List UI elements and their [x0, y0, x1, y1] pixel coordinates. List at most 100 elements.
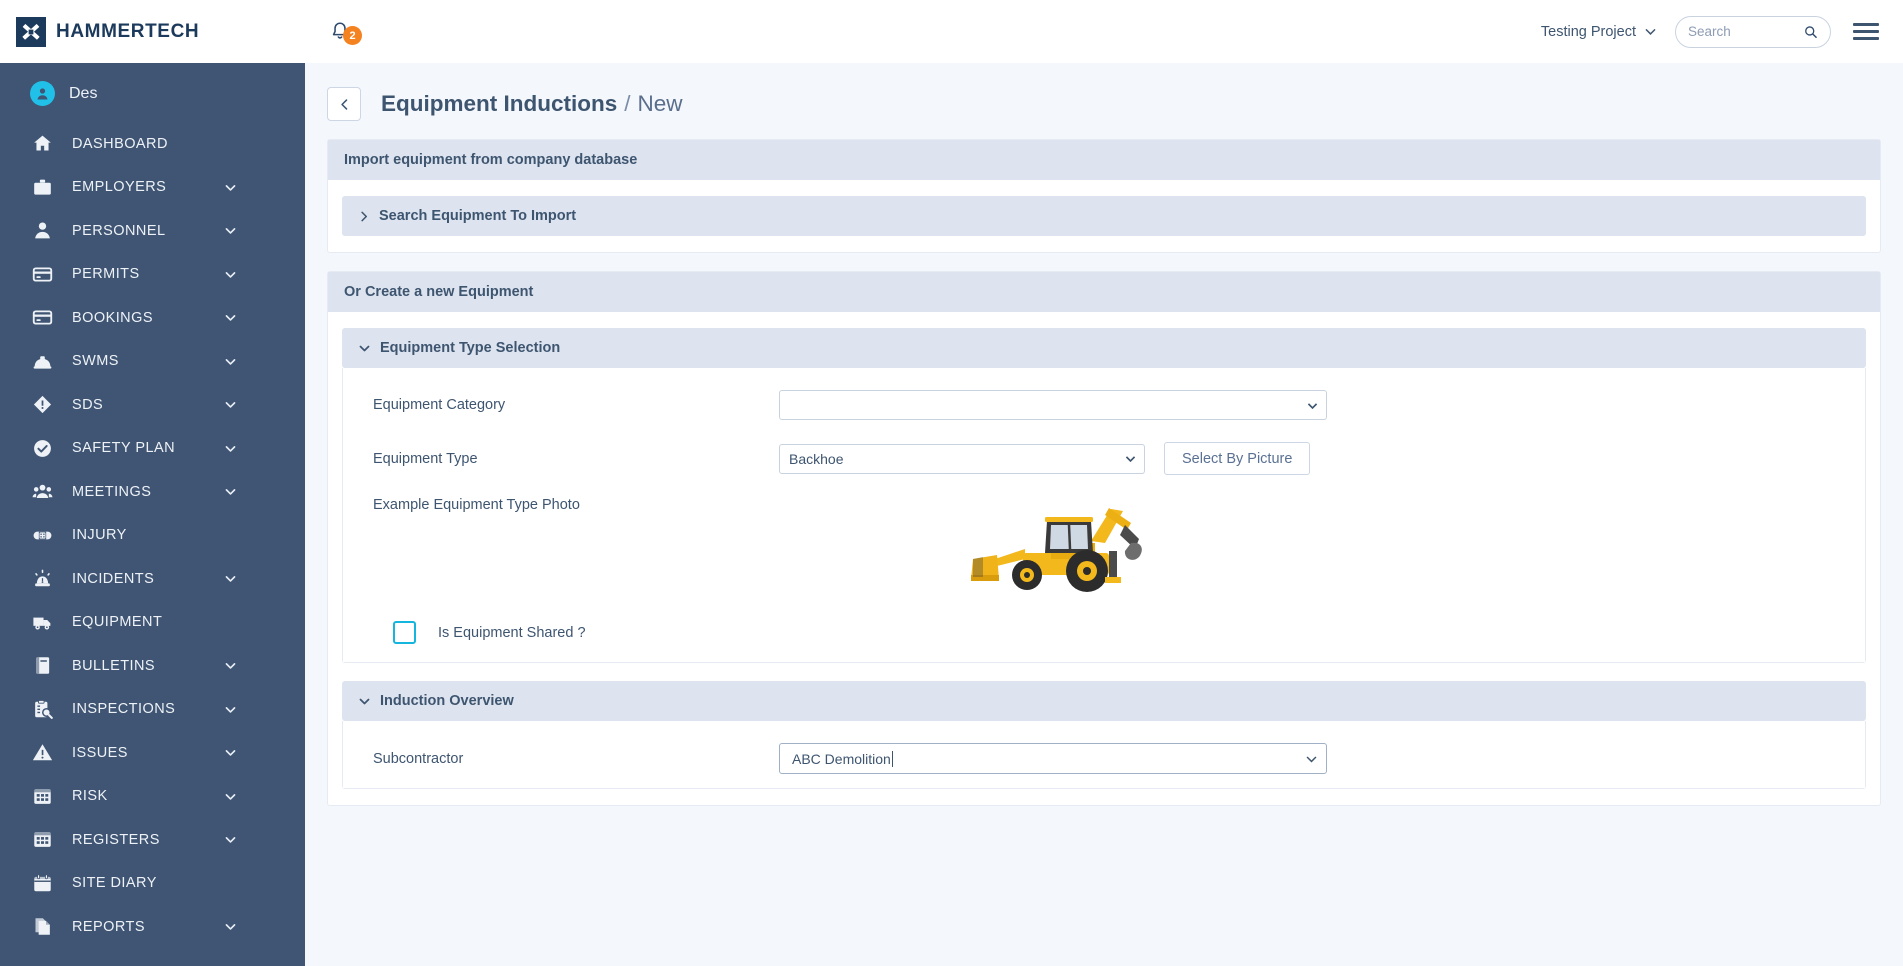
brand-name: HAMMERTECH: [56, 20, 200, 42]
documents-icon: [32, 916, 58, 937]
bandage-icon: [32, 525, 58, 546]
sidebar-item-bulletins[interactable]: BULLETINS: [0, 644, 305, 688]
equipment-type-select[interactable]: Backhoe: [779, 443, 1145, 474]
user-avatar-icon: [30, 81, 55, 106]
sidebar-item-label: SDS: [72, 396, 104, 413]
chevron-down-icon[interactable]: [224, 268, 237, 281]
top-bar: HAMMERTECH 2 Testing Project: [0, 0, 1903, 63]
notifications-button[interactable]: 2: [305, 20, 375, 45]
chevron-down-icon: [1645, 29, 1656, 36]
subcontractor-label: Subcontractor: [373, 750, 464, 767]
sidebar-item-reports[interactable]: REPORTS: [0, 905, 305, 949]
sidebar-item-label: REGISTERS: [72, 831, 160, 848]
sidebar-item-swms[interactable]: SWMS: [0, 340, 305, 384]
sidebar-item-employers[interactable]: EMPLOYERS: [0, 166, 305, 210]
sidebar-item-meetings[interactable]: MEETINGS: [0, 470, 305, 514]
chevron-left-icon: [340, 98, 347, 110]
chevron-down-icon[interactable]: [224, 224, 237, 237]
brand-logo[interactable]: HAMMERTECH: [0, 16, 305, 47]
chevron-down-icon[interactable]: [224, 181, 237, 194]
search-input[interactable]: [1688, 24, 1799, 39]
siren-icon: [32, 568, 58, 589]
grid-icon: [32, 829, 58, 850]
sidebar-nav-list: DASHBOARD EMPLOYERS PERSONNEL PERMITS BOOKIN…: [0, 122, 305, 949]
sidebar-item-safety-plan[interactable]: SAFETY PLAN: [0, 427, 305, 471]
chevron-down-icon[interactable]: [224, 703, 237, 716]
chevron-down-icon[interactable]: [224, 659, 237, 672]
sidebar-item-issues[interactable]: ISSUES: [0, 731, 305, 775]
sidebar-item-incidents[interactable]: INCIDENTS: [0, 557, 305, 601]
sidebar-user[interactable]: Des: [0, 71, 305, 122]
subcontractor-value: ABC Demolition: [792, 750, 891, 767]
home-icon: [32, 133, 58, 154]
hardhat-icon: [32, 351, 58, 372]
create-card-header: Or Create a new Equipment: [328, 272, 1880, 312]
text-caret: [891, 750, 893, 767]
chevron-down-icon[interactable]: [224, 355, 237, 368]
equipment-category-select[interactable]: [779, 390, 1327, 420]
project-selector[interactable]: Testing Project: [1541, 24, 1657, 40]
backhoe-loader-photo: [959, 497, 1147, 593]
hazard-diamond-icon: [32, 394, 58, 415]
induction-overview-panel: Subcontractor ABC Demolition: [342, 721, 1866, 789]
example-equipment-photo: [779, 497, 1327, 593]
chevron-down-icon[interactable]: [224, 746, 237, 759]
breadcrumb-parent[interactable]: Equipment Inductions: [381, 91, 617, 117]
search-equipment-to-import-toggle[interactable]: Search Equipment To Import: [342, 196, 1866, 236]
sidebar-item-label: ISSUES: [72, 744, 128, 761]
sidebar-item-dashboard[interactable]: DASHBOARD: [0, 122, 305, 166]
back-button[interactable]: [327, 87, 361, 121]
book-icon: [32, 655, 58, 676]
sidebar-item-registers[interactable]: REGISTERS: [0, 818, 305, 862]
search-equipment-to-import-label: Search Equipment To Import: [379, 208, 577, 224]
users-group-icon: [32, 481, 58, 502]
select-by-picture-button[interactable]: Select By Picture: [1164, 442, 1311, 475]
chevron-down-icon[interactable]: [224, 790, 237, 803]
sidebar-item-bookings[interactable]: BOOKINGS: [0, 296, 305, 340]
search-box[interactable]: [1675, 15, 1831, 48]
sidebar-item-site-diary[interactable]: SITE DIARY: [0, 862, 305, 906]
chevron-down-icon[interactable]: [224, 572, 237, 585]
sidebar-item-label: SITE DIARY: [72, 875, 157, 892]
is-equipment-shared-row: Is Equipment Shared ?: [343, 621, 1865, 644]
clipboard-search-icon: [32, 699, 58, 720]
chevron-down-icon[interactable]: [224, 311, 237, 324]
sidebar-item-risk[interactable]: RISK: [0, 775, 305, 819]
sidebar-item-sds[interactable]: SDS: [0, 383, 305, 427]
sidebar-item-label: PERMITS: [72, 266, 140, 283]
sidebar-item-label: INSPECTIONS: [72, 701, 176, 718]
sidebar-item-injury[interactable]: INJURY: [0, 514, 305, 558]
sidebar-item-label: BULLETINS: [72, 657, 156, 674]
sidebar: Des DASHBOARD EMPLOYERS PERSONNEL PERMITS BO…: [0, 63, 305, 966]
create-equipment-card: Or Create a new Equipment Equipment Type…: [327, 271, 1881, 806]
sidebar-item-label: EQUIPMENT: [72, 614, 163, 631]
breadcrumb-separator: /: [624, 91, 631, 116]
sidebar-item-equipment[interactable]: EQUIPMENT: [0, 601, 305, 645]
check-circle-icon: [32, 438, 58, 459]
chevron-down-icon[interactable]: [224, 398, 237, 411]
sidebar-item-inspections[interactable]: INSPECTIONS: [0, 688, 305, 732]
sidebar-item-permits[interactable]: PERMITS: [0, 253, 305, 297]
import-equipment-card: Import equipment from company database S…: [327, 139, 1881, 253]
is-equipment-shared-checkbox[interactable]: [393, 621, 416, 644]
briefcase-icon: [32, 177, 58, 198]
sidebar-item-label: INJURY: [72, 527, 127, 544]
example-equipment-photo-label: Example Equipment Type Photo: [373, 497, 580, 513]
sidebar-item-label: PERSONNEL: [72, 222, 166, 239]
sidebar-item-label: SAFETY PLAN: [72, 440, 175, 457]
equipment-type-selection-label: Equipment Type Selection: [380, 340, 561, 356]
chevron-down-icon[interactable]: [224, 442, 237, 455]
search-icon[interactable]: [1804, 24, 1818, 40]
equipment-category-label: Equipment Category: [373, 397, 506, 413]
chevron-down-icon[interactable]: [224, 485, 237, 498]
hamburger-menu-icon[interactable]: [1849, 19, 1883, 44]
induction-overview-label: Induction Overview: [380, 693, 514, 709]
induction-overview-toggle[interactable]: Induction Overview: [342, 681, 1866, 721]
chevron-down-icon[interactable]: [224, 833, 237, 846]
sidebar-item-label: INCIDENTS: [72, 570, 155, 587]
equipment-type-selection-toggle[interactable]: Equipment Type Selection: [342, 328, 1866, 368]
chevron-down-icon[interactable]: [224, 920, 237, 933]
sidebar-item-label: REPORTS: [72, 918, 145, 935]
subcontractor-select[interactable]: ABC Demolition: [779, 743, 1327, 774]
sidebar-item-personnel[interactable]: PERSONNEL: [0, 209, 305, 253]
